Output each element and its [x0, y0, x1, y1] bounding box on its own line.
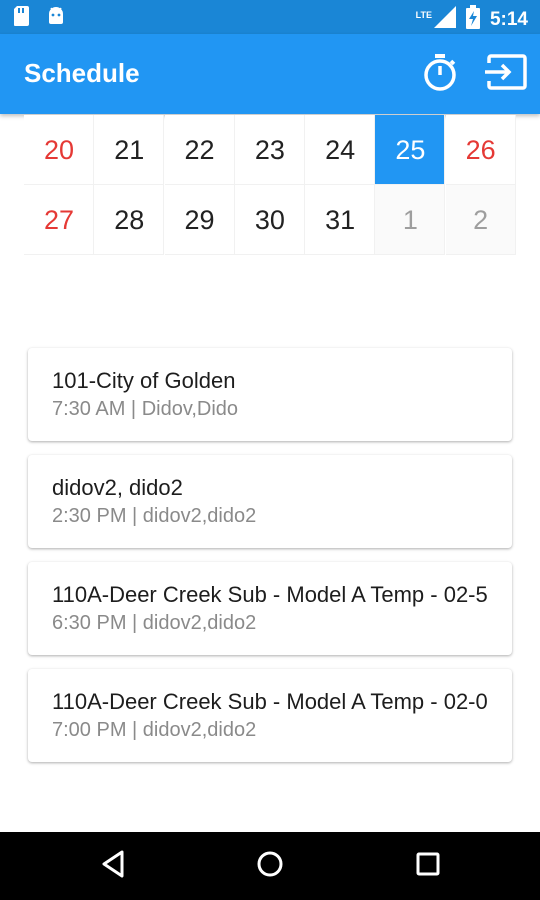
calendar-day[interactable]: 2	[445, 185, 516, 255]
event-subtitle: 7:30 AM | Didov,Dido	[52, 398, 239, 420]
event-subtitle: 7:00 PM | didov2,dido2	[52, 719, 257, 741]
calendar-day[interactable]: 27	[24, 185, 94, 255]
calendar-day[interactable]: 22	[164, 115, 235, 185]
event-subtitle: 2:30 PM | didov2,dido2	[52, 505, 257, 527]
calendar-day[interactable]: 26	[445, 115, 516, 185]
event-title: 101-City of Golden	[52, 368, 236, 393]
calendar-day[interactable]: 29	[164, 185, 235, 255]
calendar-week-row: 27 28 29 30 31 1 2	[24, 185, 516, 255]
recents-button[interactable]	[408, 846, 448, 886]
event-card[interactable]: 110A-Deer Creek Sub - Model A Temp - 02-…	[28, 669, 512, 762]
navigation-bar	[0, 832, 540, 900]
signal-icon	[433, 6, 456, 33]
home-button[interactable]	[250, 846, 290, 886]
calendar-day[interactable]: 28	[94, 185, 165, 255]
event-subtitle: 6:30 PM | didov2,dido2	[52, 612, 257, 634]
calendar-grid: 20 21 22 23 24 25 26 27 28 29 30 31 1 2	[24, 115, 516, 255]
calendar-day[interactable]: 30	[234, 185, 305, 255]
home-icon	[256, 850, 284, 883]
calendar-day-selected[interactable]: 25	[375, 115, 446, 185]
event-card[interactable]: 101-City of Golden 7:30 AM | Didov,Dido	[28, 348, 512, 441]
back-icon	[100, 850, 126, 883]
recents-icon	[415, 851, 441, 882]
event-title: 110A-Deer Creek Sub - Model A Temp - 02-…	[52, 689, 488, 714]
logout-icon	[485, 53, 527, 95]
event-card[interactable]: didov2, dido2 2:30 PM | didov2,dido2	[28, 455, 512, 548]
page-title: Schedule	[24, 58, 140, 88]
calendar-day[interactable]: 21	[94, 115, 165, 185]
calendar-day[interactable]: 31	[305, 185, 376, 255]
calendar-day[interactable]: 20	[24, 115, 94, 185]
timer-icon	[421, 53, 459, 96]
sd-card-icon	[14, 6, 30, 31]
status-bar: LTE 5:14	[0, 0, 540, 34]
calendar-day[interactable]: 1	[375, 185, 446, 255]
status-time: 5:14	[489, 8, 528, 30]
back-button[interactable]	[93, 846, 133, 886]
event-title: didov2, dido2	[52, 475, 183, 500]
timer-button[interactable]	[418, 52, 462, 96]
calendar-day[interactable]: 24	[305, 115, 376, 185]
calendar-day[interactable]: 23	[234, 115, 305, 185]
event-title: 110A-Deer Creek Sub - Model A Temp - 02-…	[52, 582, 488, 607]
logout-button[interactable]	[484, 52, 528, 96]
event-list: 101-City of Golden 7:30 AM | Didov,Dido di…	[28, 348, 512, 776]
android-icon	[46, 6, 66, 31]
calendar-week-row: 20 21 22 23 24 25 26	[24, 115, 516, 185]
event-card[interactable]: 110A-Deer Creek Sub - Model A Temp - 02-…	[28, 562, 512, 655]
battery-charging-icon	[465, 5, 480, 34]
lte-label: LTE	[415, 9, 432, 20]
app-bar: Schedule	[0, 34, 540, 114]
